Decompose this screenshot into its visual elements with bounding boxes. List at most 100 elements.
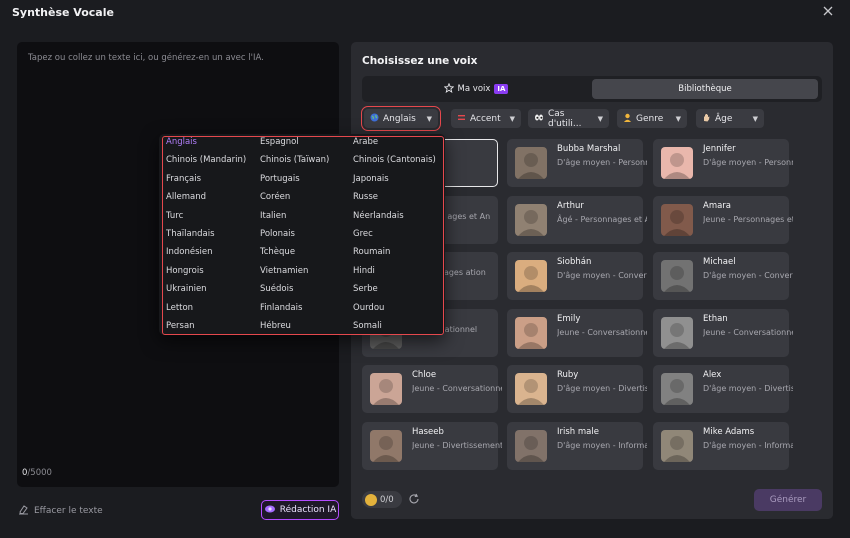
avatar bbox=[661, 430, 693, 462]
language-option[interactable]: Hébreu bbox=[260, 321, 291, 331]
voice-panel-title: Choisissez une voix bbox=[362, 55, 478, 67]
language-option[interactable]: Indonésien bbox=[166, 247, 213, 257]
voice-name: Ruby bbox=[557, 370, 579, 380]
language-option[interactable]: Chinois (Taïwan) bbox=[260, 155, 329, 165]
voice-card[interactable]: Alex D'âge moyen - Divertissement et TV bbox=[653, 365, 793, 413]
voice-name: Emily bbox=[557, 314, 581, 324]
voice-name: Arthur bbox=[557, 201, 584, 211]
language-option[interactable]: Chinois (Cantonais) bbox=[353, 155, 436, 165]
voice-description: D'âge moyen - Informative bbox=[557, 441, 647, 450]
accent-filter-label: Accent bbox=[470, 113, 501, 124]
tab-my-voice[interactable]: Ma voix IA bbox=[366, 79, 586, 99]
ai-writing-button[interactable]: Rédaction IA bbox=[261, 500, 339, 520]
language-dropdown: Anglais Espagnol Arabe Chinois (Mandarin) Ch… bbox=[159, 134, 445, 335]
language-option[interactable]: Somali bbox=[353, 321, 382, 331]
language-option[interactable]: Vietnamien bbox=[260, 266, 308, 276]
ia-badge: IA bbox=[494, 84, 509, 94]
voice-card[interactable]: Siobhán D'âge moyen - Conversationnel bbox=[507, 252, 647, 300]
tab-library[interactable]: Bibliothèque bbox=[592, 79, 818, 99]
avatar bbox=[515, 204, 547, 236]
language-option[interactable]: Letton bbox=[166, 303, 193, 313]
language-option[interactable]: Anglais bbox=[166, 137, 197, 147]
language-option[interactable]: Français bbox=[166, 174, 201, 184]
language-option[interactable]: Espagnol bbox=[260, 137, 299, 147]
coin-icon bbox=[365, 493, 377, 506]
voice-card[interactable]: Ethan Jeune - Conversationnel bbox=[653, 309, 793, 357]
ai-writing-label: Rédaction IA bbox=[279, 505, 337, 515]
title-bar: Synthèse Vocale bbox=[0, 0, 850, 26]
language-option[interactable]: Polonais bbox=[260, 229, 295, 239]
star-icon bbox=[443, 82, 455, 96]
voice-card[interactable]: Chloe Jeune - Conversationnel bbox=[362, 365, 502, 413]
gender-filter[interactable]: Genre ▼ bbox=[617, 109, 687, 128]
voice-card[interactable]: Arthur Âgé - Personnages et Animation bbox=[507, 196, 647, 244]
chevron-down-icon: ▼ bbox=[675, 114, 681, 123]
language-option[interactable]: Russe bbox=[353, 192, 378, 202]
close-icon[interactable] bbox=[821, 4, 835, 18]
avatar bbox=[515, 373, 547, 405]
voice-card[interactable]: Mike Adams D'âge moyen - Informative bbox=[653, 422, 793, 470]
language-option[interactable]: Thaïlandais bbox=[166, 229, 215, 239]
language-option[interactable]: Hindi bbox=[353, 266, 375, 276]
character-count: 0/5000 bbox=[22, 468, 52, 478]
voice-name: Siobhán bbox=[557, 257, 592, 267]
voice-card[interactable]: Michael D'âge moyen - Conversationnel bbox=[653, 252, 793, 300]
chevron-down-icon: ▼ bbox=[597, 114, 603, 123]
language-option[interactable]: Roumain bbox=[353, 247, 390, 257]
gender-filter-label: Genre bbox=[636, 113, 664, 124]
generate-button[interactable]: Générer bbox=[754, 489, 822, 511]
language-option[interactable]: Ourdou bbox=[353, 303, 384, 313]
voice-card[interactable]: Ruby D'âge moyen - Divertissement et TV bbox=[507, 365, 647, 413]
language-option[interactable]: Finlandais bbox=[260, 303, 302, 313]
voice-tabs: Ma voix IA Bibliothèque bbox=[362, 76, 822, 102]
language-option[interactable]: Grec bbox=[353, 229, 373, 239]
window-title: Synthèse Vocale bbox=[12, 6, 114, 19]
voice-description: D'âge moyen - Divertissement et TV bbox=[703, 384, 793, 393]
age-filter[interactable]: Âge ▼ bbox=[696, 109, 764, 128]
person-icon bbox=[623, 113, 632, 125]
globe-icon bbox=[370, 113, 379, 125]
eraser-icon bbox=[18, 504, 29, 518]
language-option[interactable]: Turc bbox=[166, 211, 183, 221]
age-filter-label: Âge bbox=[715, 113, 733, 124]
tab-library-label: Bibliothèque bbox=[678, 84, 732, 94]
language-option[interactable]: Arabe bbox=[353, 137, 378, 147]
language-option[interactable]: Hongrois bbox=[166, 266, 204, 276]
language-option[interactable]: Ukrainien bbox=[166, 284, 207, 294]
avatar bbox=[661, 373, 693, 405]
language-option[interactable]: Serbe bbox=[353, 284, 378, 294]
language-option[interactable]: Portugais bbox=[260, 174, 300, 184]
accent-filter[interactable]: Accent ▼ bbox=[451, 109, 521, 128]
language-option[interactable]: Persan bbox=[166, 321, 195, 331]
use-case-filter[interactable]: Cas d'utili... ▼ bbox=[528, 109, 609, 129]
voice-name: Ethan bbox=[703, 314, 728, 324]
language-option[interactable]: Coréen bbox=[260, 192, 290, 202]
language-option[interactable]: Suédois bbox=[260, 284, 293, 294]
clear-text-label: Effacer le texte bbox=[34, 506, 103, 516]
language-filter[interactable]: Anglais ▼ bbox=[361, 106, 441, 131]
voice-card[interactable]: Bubba Marshal D'âge moyen - Personnages e… bbox=[507, 139, 647, 187]
avatar bbox=[661, 204, 693, 236]
voice-card[interactable]: Emily Jeune - Conversationnel bbox=[507, 309, 647, 357]
voice-name: Michael bbox=[703, 257, 736, 267]
voice-card[interactable]: Amara Jeune - Personnages et Animation bbox=[653, 196, 793, 244]
chevron-down-icon: ▼ bbox=[509, 114, 515, 123]
avatar bbox=[370, 373, 402, 405]
language-option[interactable]: Chinois (Mandarin) bbox=[166, 155, 246, 165]
voice-card[interactable]: Haseeb Jeune - Divertissement et TV bbox=[362, 422, 502, 470]
language-option[interactable]: Néerlandais bbox=[353, 211, 404, 221]
voice-description: Jeune - Conversationnel bbox=[557, 328, 647, 337]
voice-description: D'âge moyen - Divertissement et TV bbox=[557, 384, 647, 393]
language-option[interactable]: Italien bbox=[260, 211, 286, 221]
avatar bbox=[515, 430, 547, 462]
voice-card[interactable]: Jennifer D'âge moyen - Personnages et An bbox=[653, 139, 793, 187]
avatar bbox=[515, 147, 547, 179]
voice-card[interactable]: Irish male D'âge moyen - Informative bbox=[507, 422, 647, 470]
language-option[interactable]: Allemand bbox=[166, 192, 206, 202]
language-option[interactable]: Tchèque bbox=[260, 247, 295, 257]
refresh-icon[interactable] bbox=[408, 493, 420, 508]
clear-text-button[interactable]: Effacer le texte bbox=[18, 504, 103, 518]
voice-description: Jeune - Personnages et Animation bbox=[703, 215, 793, 224]
accent-icon bbox=[457, 113, 466, 125]
language-option[interactable]: Japonais bbox=[353, 174, 389, 184]
